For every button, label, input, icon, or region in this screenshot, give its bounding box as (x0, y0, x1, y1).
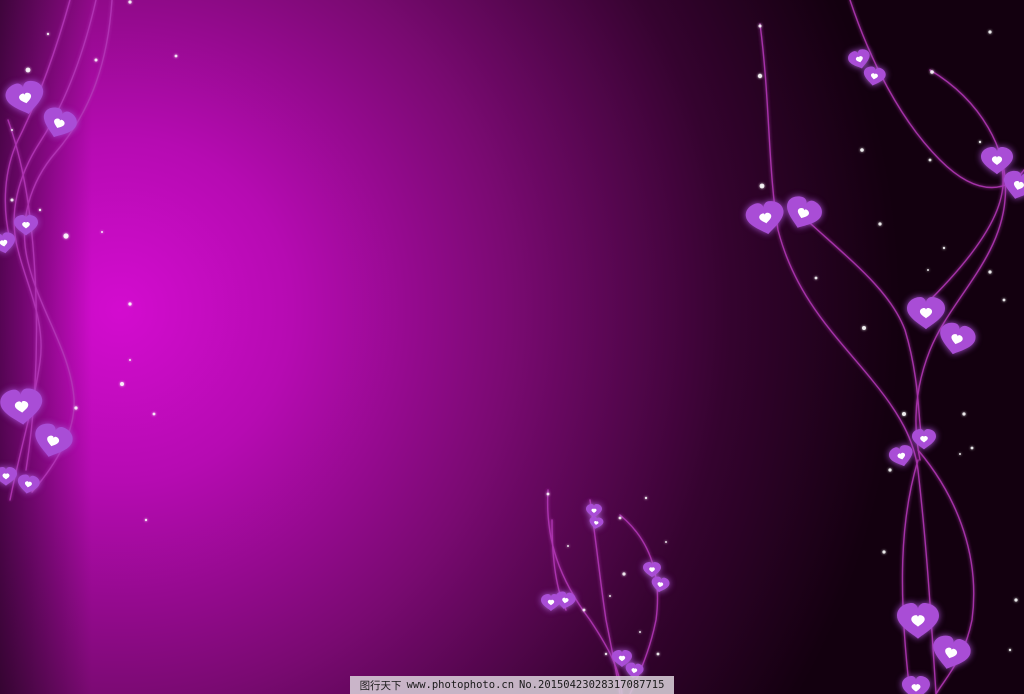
sparkle-icon (902, 412, 906, 416)
sparkle-icon (582, 608, 586, 612)
watermark-bar: 图行天下 www.photophoto.cn No.20150423028317… (350, 676, 674, 694)
sparkle-icon (962, 412, 966, 416)
sparkle-icon (622, 572, 626, 576)
sparkle-icon (25, 67, 31, 73)
sparkle-icon (814, 276, 818, 280)
sparkle-icon (1002, 298, 1006, 302)
greeting-background: 图行天下 www.photophoto.cn No.20150423028317… (0, 0, 1024, 694)
sparkle-icon (567, 545, 569, 547)
sparkle-icon (928, 158, 932, 162)
sparkle-icon (988, 30, 992, 34)
sparkle-icon (888, 468, 892, 472)
sparkle-icon (757, 73, 763, 79)
background-illustration (0, 0, 1024, 694)
sparkle-icon (38, 208, 42, 212)
sparkle-icon (878, 222, 882, 226)
sparkle-icon (882, 550, 886, 554)
sparkle-icon (128, 302, 132, 306)
sparkle-icon (618, 516, 622, 520)
sparkle-icon (1008, 648, 1012, 652)
sparkle-icon (862, 326, 866, 330)
sparkle-icon (644, 496, 648, 500)
left-edge-shade (0, 0, 1024, 694)
sparkle-icon (546, 492, 550, 496)
sparkle-icon (970, 446, 974, 450)
sparkle-icon (759, 183, 765, 189)
sparkle-icon (1014, 598, 1018, 602)
sparkle-icon (656, 652, 660, 656)
watermark-site-name: 图行天下 (359, 679, 402, 692)
sparkle-icon (930, 70, 934, 74)
sparkle-icon (94, 58, 98, 62)
sparkle-icon (959, 453, 961, 455)
sparkle-icon (942, 246, 946, 250)
watermark-url: www.photophoto.cn (406, 679, 515, 691)
sparkle-icon (758, 24, 762, 28)
sparkle-icon (144, 518, 148, 522)
sparkle-icon (74, 406, 78, 410)
sparkle-icon (978, 140, 982, 144)
sparkle-icon (152, 412, 156, 416)
sparkle-icon (46, 32, 50, 36)
sparkle-icon (860, 148, 864, 152)
sparkle-icon (10, 198, 14, 202)
sparkle-icon (120, 382, 124, 386)
sparkle-icon (609, 595, 611, 597)
sparkle-icon (988, 270, 992, 274)
sparkle-icon (129, 359, 131, 361)
sparkle-icon (639, 631, 641, 633)
sparkle-icon (63, 233, 69, 239)
sparkle-icon (174, 54, 178, 58)
sparkle-icon (128, 0, 132, 4)
sparkle-icon (101, 231, 103, 233)
watermark-image-number: No.20150423028317087715 (519, 679, 665, 691)
sparkle-icon (927, 269, 929, 271)
sparkle-icon (604, 652, 608, 656)
sparkle-icon (665, 541, 667, 543)
sparkle-icon (11, 129, 13, 131)
